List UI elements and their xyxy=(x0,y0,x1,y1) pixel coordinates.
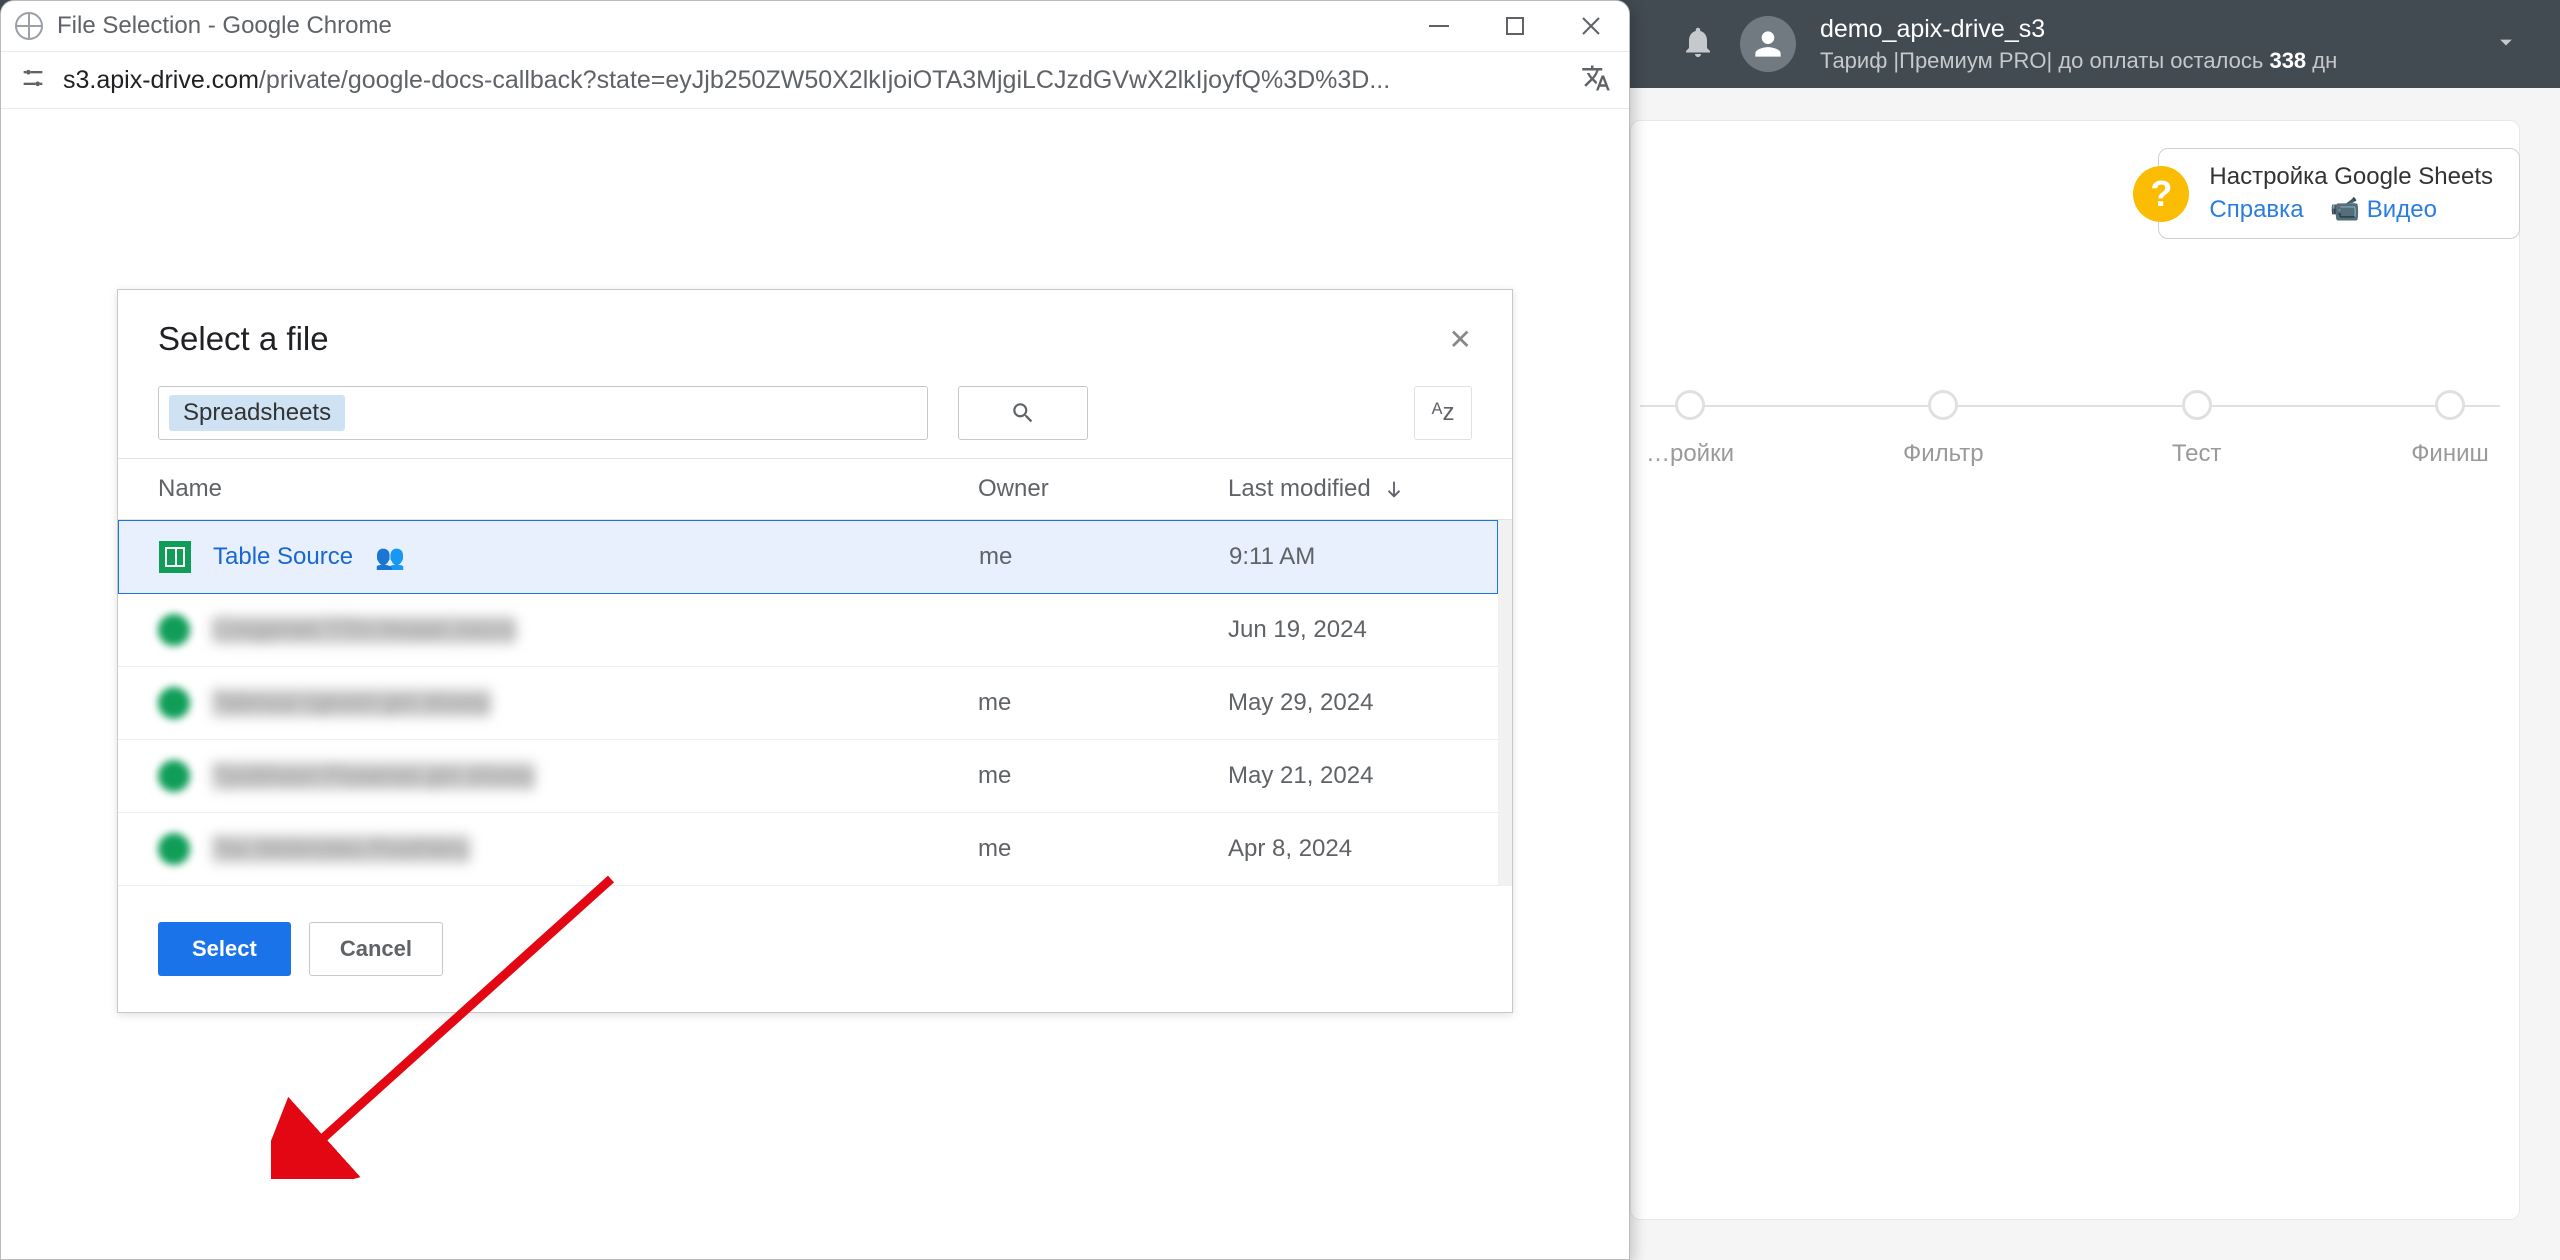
file-modified: 9:11 AM xyxy=(1229,543,1457,571)
col-header-owner[interactable]: Owner xyxy=(978,475,1228,503)
file-modified: Jun 19, 2024 xyxy=(1228,616,1458,644)
progress-step: Тест xyxy=(2127,390,2267,468)
file-modified: May 21, 2024 xyxy=(1228,762,1458,790)
help-link-docs[interactable]: Справка xyxy=(2209,196,2303,223)
cancel-button[interactable]: Cancel xyxy=(309,922,443,976)
file-row[interactable]: Tax Webnotes Posthlery me Apr 8, 2024 xyxy=(118,813,1498,886)
sheets-icon xyxy=(159,541,191,573)
help-title: Настройка Google Sheets xyxy=(2209,163,2493,191)
translate-icon[interactable] xyxy=(1581,63,1611,98)
help-link-video[interactable]: Видео xyxy=(2367,196,2437,223)
sheets-icon xyxy=(158,833,190,865)
file-row[interactable]: Tpobhasn Poaanas gm showy me May 21, 202… xyxy=(118,740,1498,813)
help-tooltip: ? Настройка Google Sheets Справка 📹 Виде… xyxy=(2158,148,2520,239)
account-block: demo_apix-drive_s3 Тариф |Премиум PRO| д… xyxy=(1820,15,2468,74)
file-name: Tax Webnotes Posthlery xyxy=(212,835,470,863)
file-owner: me xyxy=(979,543,1229,571)
chrome-titlebar: File Selection - Google Chrome xyxy=(1,1,1629,51)
file-owner: me xyxy=(978,689,1228,717)
window-controls xyxy=(1401,1,1629,51)
video-icon: 📹 xyxy=(2330,196,2367,223)
tariff-line: Тариф |Премиум PRO| до оплаты осталось 3… xyxy=(1820,48,2468,74)
shared-icon: 👥 xyxy=(375,543,405,572)
bell-icon[interactable] xyxy=(1680,24,1716,65)
main-panel xyxy=(1630,120,2520,1220)
maximize-button[interactable] xyxy=(1477,1,1553,51)
help-links: Справка 📹 Видео xyxy=(2209,195,2493,224)
progress-step: …ройки xyxy=(1620,390,1760,468)
file-modified: May 29, 2024 xyxy=(1228,689,1458,717)
col-header-name[interactable]: Name xyxy=(158,475,978,503)
file-name: Table Source xyxy=(213,543,353,571)
filter-chip[interactable]: Spreadsheets xyxy=(169,395,345,431)
picker-header: Select a file ✕ xyxy=(118,290,1512,382)
sheets-icon xyxy=(158,760,190,792)
help-icon[interactable]: ? xyxy=(2133,166,2189,222)
url-text[interactable]: s3.apix-drive.com/private/google-docs-ca… xyxy=(63,66,1565,95)
file-row[interactable]: Cosgeneii TTH Hoaan nocra Jun 19, 2024 xyxy=(118,594,1498,667)
progress-step: Фильтр xyxy=(1873,390,2013,468)
picker-footer: Select Cancel xyxy=(118,886,1512,1012)
avatar[interactable] xyxy=(1740,16,1796,72)
chevron-down-icon[interactable] xyxy=(2492,28,2520,61)
file-name: Tabmuo cgnom gm showy xyxy=(212,689,491,717)
chrome-window: File Selection - Google Chrome s3.apix-d… xyxy=(0,0,1630,1260)
file-owner: me xyxy=(978,762,1228,790)
account-name: demo_apix-drive_s3 xyxy=(1820,15,2468,44)
file-name: Cosgeneii TTH Hoaan nocra xyxy=(212,616,516,644)
select-button[interactable]: Select xyxy=(158,922,291,976)
file-modified: Apr 8, 2024 xyxy=(1228,835,1458,863)
url-bar[interactable]: s3.apix-drive.com/private/google-docs-ca… xyxy=(1,51,1629,109)
progress-step: Финиш xyxy=(2380,390,2520,468)
chrome-title: File Selection - Google Chrome xyxy=(57,12,1401,40)
globe-icon xyxy=(15,12,43,40)
file-row[interactable]: Table Source 👥 me 9:11 AM xyxy=(118,520,1498,594)
minimize-button[interactable] xyxy=(1401,1,1477,51)
table-header: Name Owner Last modified xyxy=(118,458,1512,520)
sheets-icon xyxy=(158,614,190,646)
sort-button[interactable]: ᴬᴢ xyxy=(1414,386,1472,440)
filter-input[interactable]: Spreadsheets xyxy=(158,386,928,440)
chrome-content: Select a file ✕ Spreadsheets ᴬᴢ Name Own… xyxy=(1,109,1629,1259)
file-list[interactable]: Table Source 👥 me 9:11 AM Cosgeneii TTH … xyxy=(118,520,1512,886)
close-button[interactable] xyxy=(1553,1,1629,51)
sheets-icon xyxy=(158,687,190,719)
search-button[interactable] xyxy=(958,386,1088,440)
progress-steps: …ройки Фильтр Тест Финиш xyxy=(1620,390,2520,468)
file-owner: me xyxy=(978,835,1228,863)
file-row[interactable]: Tabmuo cgnom gm showy me May 29, 2024 xyxy=(118,667,1498,740)
file-picker-dialog: Select a file ✕ Spreadsheets ᴬᴢ Name Own… xyxy=(117,289,1513,1013)
close-icon[interactable]: ✕ xyxy=(1449,323,1472,356)
file-name: Tpobhasn Poaanas gm showy xyxy=(212,762,535,790)
col-header-modified[interactable]: Last modified xyxy=(1228,475,1472,503)
site-settings-icon[interactable] xyxy=(19,64,47,97)
picker-title: Select a file xyxy=(158,320,329,358)
picker-toolbar: Spreadsheets ᴬᴢ xyxy=(118,382,1512,458)
